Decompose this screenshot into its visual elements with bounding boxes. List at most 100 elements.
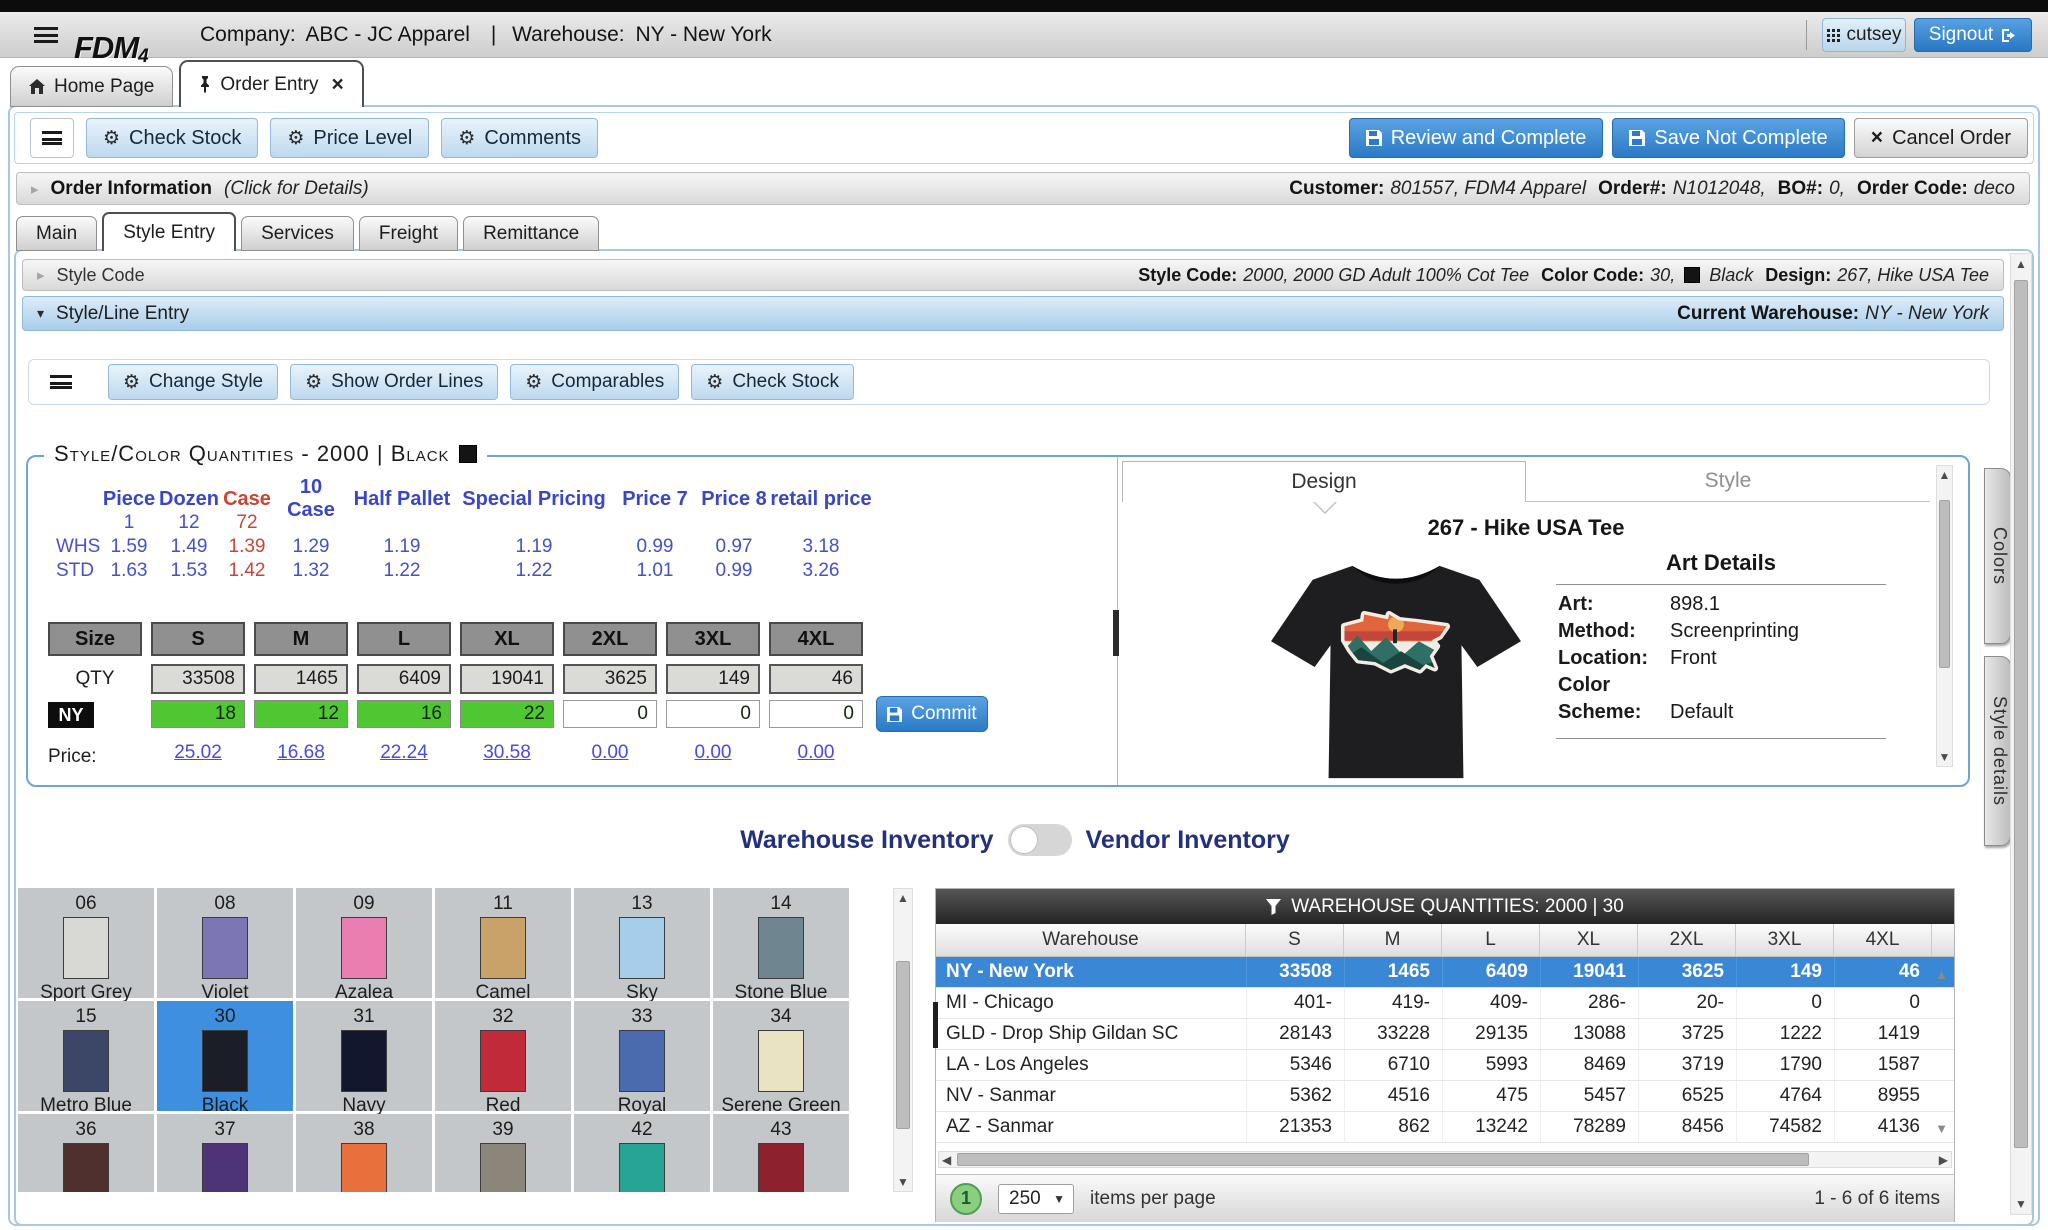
page-scrollbar[interactable]: ▲ ▼	[2010, 253, 2032, 1215]
save-not-complete-button[interactable]: Save Not Complete	[1612, 118, 1844, 158]
price-link[interactable]: 16.68	[254, 742, 348, 764]
available-qty-field[interactable]: 46	[769, 664, 863, 694]
warehouse-column-header[interactable]: Warehouse	[936, 924, 1246, 956]
scrollbar-thumb[interactable]	[896, 961, 910, 1129]
available-qty-field[interactable]: 6409	[357, 664, 451, 694]
scrollbar-thumb[interactable]	[1939, 500, 1950, 668]
subtab-main[interactable]: Main	[16, 216, 97, 251]
order-qty-input[interactable]: 12	[254, 700, 348, 728]
panel-resize-handle[interactable]	[1113, 610, 1119, 656]
side-tab-style-details[interactable]: Style details	[1984, 656, 2011, 846]
signout-button[interactable]: Signout	[1914, 18, 2032, 52]
scroll-left-icon[interactable]: ◀	[942, 1153, 951, 1167]
warehouse-column-header[interactable]: L	[1442, 924, 1540, 956]
comparables-button[interactable]: ⚙Comparables	[510, 364, 679, 400]
scrollbar-thumb[interactable]	[957, 1153, 1809, 1166]
color-cell-jade-dome[interactable]: 42Jade Dome	[574, 1114, 710, 1192]
change-style-button[interactable]: ⚙Change Style	[108, 364, 278, 400]
price-link[interactable]: 0.00	[769, 742, 863, 764]
available-qty-field[interactable]: 149	[666, 664, 760, 694]
check-stock-button[interactable]: ⚙Check Stock	[86, 118, 258, 158]
available-qty-field[interactable]: 3625	[563, 664, 657, 694]
design-panel-scrollbar[interactable]: ▲ ▼	[1936, 465, 1953, 767]
available-qty-field[interactable]: 19041	[460, 664, 554, 694]
color-cell-sport-grey[interactable]: 06Sport Grey	[18, 888, 154, 998]
menu-hamburger-icon[interactable]	[34, 27, 58, 48]
price-link[interactable]: 25.02	[151, 742, 245, 764]
table-row-nv[interactable]: NV - Sanmar536245164755457652547648955	[936, 1081, 1954, 1112]
review-and-complete-button[interactable]: Review and Complete	[1349, 118, 1604, 158]
scrollbar-thumb[interactable]	[2014, 280, 2028, 1148]
scroll-up-icon[interactable]: ▲	[1937, 468, 1952, 482]
table-row-ny[interactable]: NY - New York335081465640919041362514946	[936, 957, 1954, 988]
warehouse-column-header[interactable]: S	[1246, 924, 1344, 956]
scroll-down-icon[interactable]: ▼	[1937, 750, 1952, 764]
tab-order-entry[interactable]: Order Entry ×	[179, 60, 363, 107]
table-scroll-down-icon[interactable]: ▼	[1935, 1121, 1948, 1136]
tab-home-page[interactable]: Home Page	[10, 66, 173, 107]
order-qty-input[interactable]: 0	[769, 700, 863, 728]
comments-button[interactable]: ⚙Comments	[441, 118, 598, 158]
close-tab-icon[interactable]: ×	[332, 74, 344, 95]
warehouse-column-header[interactable]: M	[1344, 924, 1442, 956]
color-cell-serene-green[interactable]: 34Serene Green	[713, 1001, 849, 1111]
check-stock-line-button[interactable]: ⚙Check Stock	[691, 364, 854, 400]
color-cell-purple[interactable]: 37Purple	[157, 1114, 293, 1192]
subtab-freight[interactable]: Freight	[359, 216, 458, 251]
table-scroll-up-icon[interactable]: ▲	[1935, 967, 1948, 982]
color-cell-sky[interactable]: 13Sky	[574, 888, 710, 998]
price-link[interactable]: 22.24	[357, 742, 451, 764]
tab-design[interactable]: Design	[1122, 461, 1526, 502]
scroll-right-icon[interactable]: ▶	[1939, 1153, 1948, 1167]
scroll-down-icon[interactable]: ▼	[894, 1175, 912, 1189]
warehouse-column-header[interactable]: XL	[1540, 924, 1638, 956]
price-link[interactable]: 30.58	[460, 742, 554, 764]
order-information-bar[interactable]: ▸ Order Information (Click for Details) …	[16, 172, 2030, 205]
table-row-mi[interactable]: MI - Chicago401-419-409-286-20-00	[936, 988, 1954, 1019]
warehouse-column-header[interactable]: 4XL	[1834, 924, 1932, 956]
available-qty-field[interactable]: 1465	[254, 664, 348, 694]
side-tab-colors[interactable]: Colors	[1984, 468, 2011, 644]
inventory-toggle-switch[interactable]	[1008, 824, 1072, 856]
price-link[interactable]: 0.00	[666, 742, 760, 764]
price-level-button[interactable]: ⚙Price Level	[270, 118, 429, 158]
scroll-up-icon[interactable]: ▲	[2011, 257, 2031, 271]
color-cell-black[interactable]: 30Black	[157, 1001, 293, 1111]
available-qty-field[interactable]: 33508	[151, 664, 245, 694]
style-code-bar[interactable]: ▸ Style Code Style Code: 2000, 2000 GD A…	[22, 259, 2004, 291]
warehouse-column-header[interactable]: 3XL	[1736, 924, 1834, 956]
color-cell-royal[interactable]: 33Royal	[574, 1001, 710, 1111]
show-order-lines-button[interactable]: ⚙Show Order Lines	[290, 364, 498, 400]
page-number-button[interactable]: 1	[950, 1183, 982, 1215]
table-row-la[interactable]: LA - Los Angeles534667105993846937191790…	[936, 1050, 1954, 1081]
color-cell-violet[interactable]: 08Violet	[157, 888, 293, 998]
table-resize-handle[interactable]	[933, 1002, 938, 1048]
tab-style[interactable]: Style	[1526, 461, 1930, 501]
order-qty-input[interactable]: 22	[460, 700, 554, 728]
color-cell-orange[interactable]: 38Orange	[296, 1114, 432, 1192]
subtab-style-entry[interactable]: Style Entry	[102, 212, 236, 251]
subtab-remittance[interactable]: Remittance	[463, 216, 599, 251]
color-cell-red[interactable]: 32Red	[435, 1001, 571, 1111]
color-cell-cardinal[interactable]: 43Cardinal	[713, 1114, 849, 1192]
warehouse-column-header[interactable]: 2XL	[1638, 924, 1736, 956]
line-menu-hamburger-icon[interactable]	[50, 375, 72, 389]
page-size-dropdown[interactable]: 250 ▼	[998, 1184, 1074, 1214]
user-menu-button[interactable]: cutsey	[1822, 18, 1906, 52]
color-cell-stone-blue[interactable]: 14Stone Blue	[713, 888, 849, 998]
toolbar-menu-button[interactable]	[30, 118, 74, 158]
color-cell-metro-blue[interactable]: 15Metro Blue	[18, 1001, 154, 1111]
subtab-services[interactable]: Services	[241, 216, 354, 251]
color-cell-prairie-dust[interactable]: 39Prairie Dust	[435, 1114, 571, 1192]
order-qty-input[interactable]: 16	[357, 700, 451, 728]
color-grid-scrollbar[interactable]: ▲ ▼	[893, 888, 913, 1192]
color-cell-maroon[interactable]: 36Maroon	[18, 1114, 154, 1192]
scroll-up-icon[interactable]: ▲	[894, 891, 912, 905]
price-link[interactable]: 0.00	[563, 742, 657, 764]
style-line-entry-bar[interactable]: ▾ Style/Line Entry Current Warehouse: NY…	[22, 296, 2004, 331]
order-qty-input[interactable]: 0	[563, 700, 657, 728]
color-cell-navy[interactable]: 31Navy	[296, 1001, 432, 1111]
commit-button[interactable]: Commit	[876, 696, 988, 732]
color-cell-azalea[interactable]: 09Azalea	[296, 888, 432, 998]
scroll-down-icon[interactable]: ▼	[2011, 1197, 2031, 1211]
